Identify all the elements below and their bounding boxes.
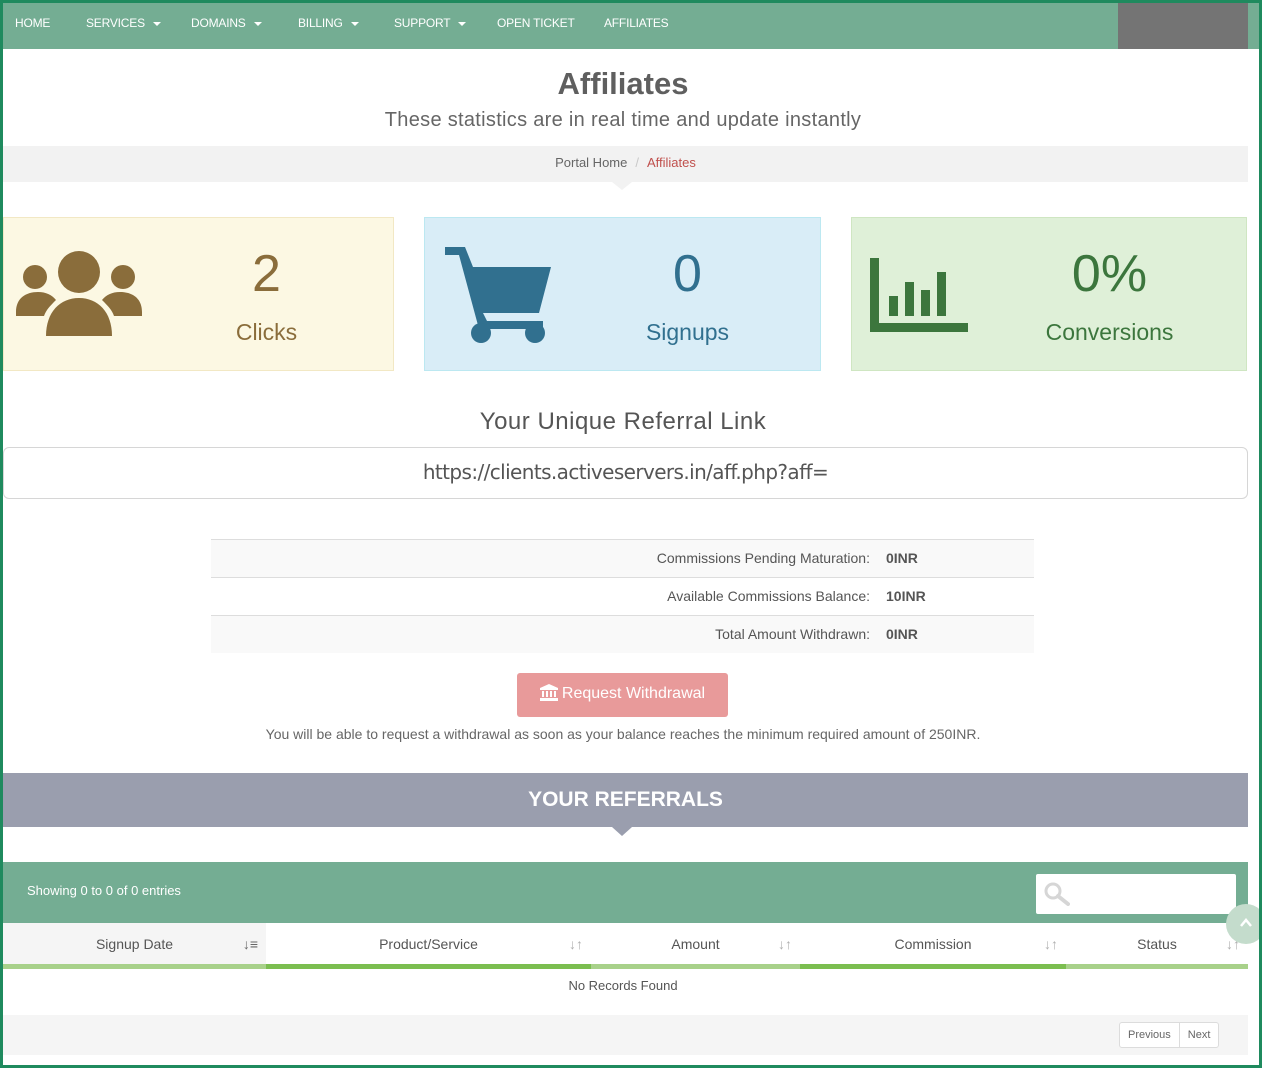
- commission-value: 10INR: [886, 588, 926, 604]
- bar-chart-icon: [870, 258, 968, 332]
- column-commission[interactable]: Commission ↓↑: [800, 923, 1066, 969]
- pagination: Previous Next: [1119, 1022, 1220, 1048]
- breadcrumb-current: Affiliates: [646, 155, 696, 170]
- nav-services[interactable]: SERVICES: [86, 3, 161, 49]
- nav-domains-label: DOMAINS: [191, 16, 246, 30]
- table-toolbar: Showing 0 to 0 of 0 entries: [3, 862, 1248, 923]
- sort-icon: ↓↑: [1044, 936, 1058, 952]
- breadcrumb-separator: /: [635, 155, 639, 170]
- column-signup-date[interactable]: Signup Date ↓≡: [3, 923, 266, 969]
- nav-home-label: HOME: [15, 16, 51, 30]
- stat-signups-panel: 0 Signups: [424, 217, 821, 371]
- commission-row: Total Amount Withdrawn: 0INR: [211, 615, 1034, 653]
- nav-services-label: SERVICES: [86, 16, 145, 30]
- caret-down-icon: [458, 21, 467, 26]
- nav-support-label: SUPPORT: [394, 16, 451, 30]
- column-header-label: Amount: [671, 936, 720, 952]
- scroll-to-top-button[interactable]: [1226, 904, 1262, 944]
- table-search-input[interactable]: [1036, 874, 1236, 914]
- commission-value: 0INR: [886, 626, 918, 642]
- nav-billing-label: BILLING: [298, 16, 343, 30]
- nav-open-ticket[interactable]: OPEN TICKET: [497, 3, 575, 49]
- column-header-label: Product/Service: [379, 936, 478, 952]
- request-withdrawal-button[interactable]: Request Withdrawal: [517, 673, 728, 717]
- column-product-service[interactable]: Product/Service ↓↑: [266, 923, 591, 969]
- table-footer: Previous Next: [3, 1015, 1248, 1055]
- nav-billing[interactable]: BILLING: [298, 3, 359, 49]
- sort-icon: ↓↑: [778, 936, 792, 952]
- commission-row: Available Commissions Balance: 10INR: [211, 577, 1034, 615]
- column-amount[interactable]: Amount ↓↑: [591, 923, 800, 969]
- breadcrumb: Portal Home / Affiliates: [3, 146, 1248, 182]
- breadcrumb-pointer: [612, 182, 632, 190]
- cart-icon: [445, 247, 551, 343]
- entries-info: Showing 0 to 0 of 0 entries: [27, 883, 181, 898]
- commission-label: Total Amount Withdrawn:: [715, 626, 870, 642]
- caret-down-icon: [350, 21, 359, 26]
- clicks-label: Clicks: [235, 319, 298, 345]
- referrals-header-pointer: [612, 827, 632, 836]
- commission-value: 0INR: [886, 550, 918, 566]
- column-status[interactable]: Status ↓↑: [1066, 923, 1248, 969]
- signups-label: Signups: [645, 319, 730, 345]
- conversions-label: Conversions: [1045, 319, 1174, 345]
- nav-affiliates[interactable]: AFFILIATES: [604, 3, 669, 49]
- request-withdrawal-label: Request Withdrawal: [561, 685, 706, 702]
- conversions-value: 0%: [1071, 245, 1148, 303]
- signups-value: 0: [673, 245, 702, 303]
- nav-home[interactable]: HOME: [15, 3, 50, 49]
- sort-icon: ↓↑: [569, 936, 583, 952]
- nav-support[interactable]: SUPPORT: [394, 3, 467, 49]
- column-header-label: Status: [1137, 936, 1177, 952]
- commission-label: Available Commissions Balance:: [667, 588, 870, 604]
- nav-affiliates-label: AFFILIATES: [604, 16, 669, 30]
- referral-link-heading: Your Unique Referral Link: [479, 408, 767, 435]
- withdrawal-note: You will be able to request a withdrawal…: [265, 726, 981, 742]
- chevron-up-icon: [1240, 918, 1252, 927]
- column-header-label: Commission: [894, 936, 972, 952]
- column-header-label: Signup Date: [95, 936, 174, 952]
- commissions-table: Commissions Pending Maturation: 0INR Ava…: [211, 539, 1034, 653]
- pagination-next[interactable]: Next: [1178, 1023, 1219, 1047]
- nav-domains[interactable]: DOMAINS: [191, 3, 262, 49]
- commission-label: Commissions Pending Maturation:: [656, 550, 870, 566]
- top-navbar: HOME SERVICES DOMAINS BILLING SUPPORT OP…: [3, 3, 1259, 49]
- clicks-value: 2: [252, 245, 281, 303]
- search-icon: [1044, 882, 1070, 906]
- page-title: Affiliates: [557, 66, 689, 101]
- nav-open-ticket-label: OPEN TICKET: [497, 16, 575, 30]
- bank-icon: [539, 684, 558, 701]
- commission-row: Commissions Pending Maturation: 0INR: [211, 539, 1034, 577]
- referral-link-field[interactable]: https://clients.activeservers.in/aff.php…: [3, 447, 1248, 499]
- sort-desc-icon: ↓≡: [242, 936, 258, 952]
- page-subtitle: These statistics are in real time and up…: [384, 109, 862, 131]
- stat-conversions-panel: 0% Conversions: [851, 217, 1247, 371]
- breadcrumb-home-link[interactable]: Portal Home: [555, 155, 627, 170]
- users-icon: [16, 251, 142, 336]
- referrals-section-header: YOUR REFERRALS: [3, 773, 1248, 827]
- no-records-message: No Records Found: [568, 978, 678, 993]
- caret-down-icon: [152, 21, 161, 26]
- pagination-previous[interactable]: Previous: [1120, 1023, 1179, 1047]
- stat-clicks-panel: 2 Clicks: [3, 217, 394, 371]
- caret-down-icon: [253, 21, 262, 26]
- nav-account-area[interactable]: [1118, 3, 1248, 49]
